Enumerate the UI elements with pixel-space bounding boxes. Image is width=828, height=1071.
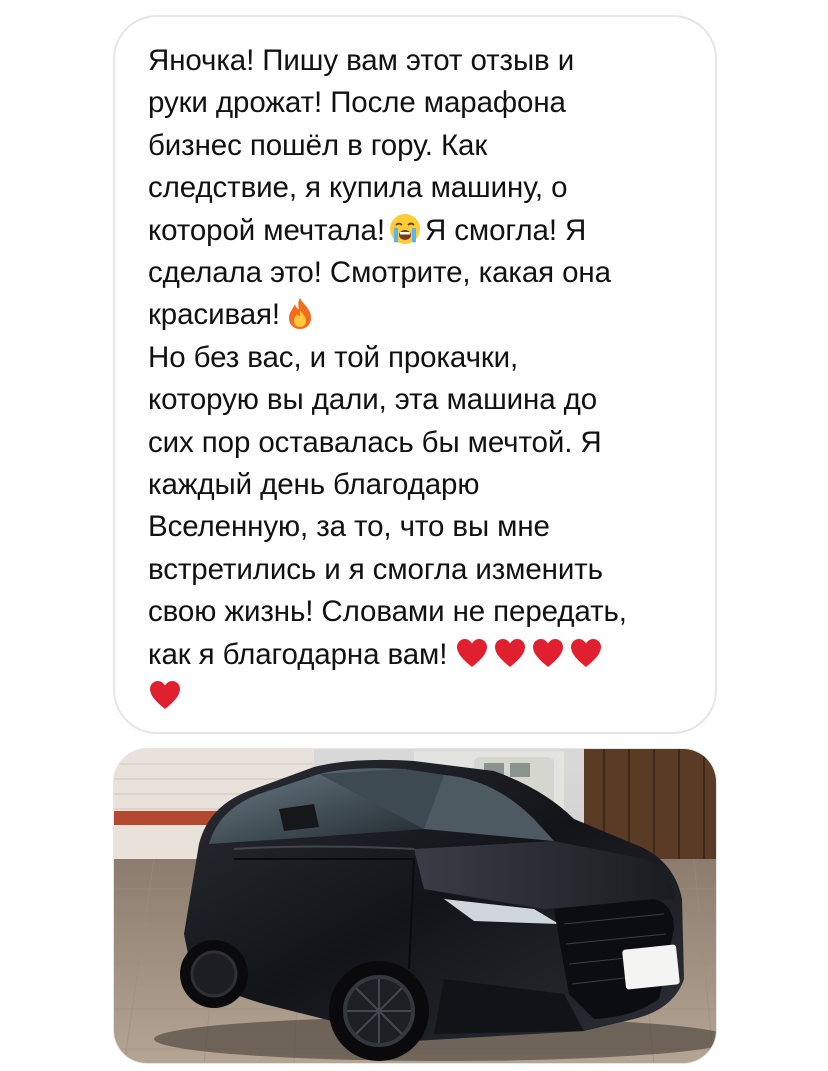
- message-line: сих пор оставалась бы мечтой. Я: [148, 425, 602, 459]
- message-text: которой мечтала!: [148, 213, 385, 247]
- message-line: красивая!: [148, 294, 685, 336]
- message-line: Яночка! Пишу вам этот отзыв и: [148, 44, 575, 77]
- red-heart-icon: [569, 636, 603, 670]
- message-line: каждый день благодарю: [148, 468, 480, 502]
- message-text: Я смогла! Я: [424, 213, 587, 247]
- red-heart-icon: [493, 636, 527, 670]
- red-heart-icon: [148, 678, 182, 712]
- message-text: красивая!: [148, 298, 280, 332]
- message-line: Вселенную, за то, что вы мне: [148, 510, 550, 544]
- message-line: которую вы дали, эта машина до: [148, 383, 598, 417]
- message-line: бизнес пошёл в гору. Как: [148, 128, 488, 162]
- red-heart-icon: [455, 636, 489, 670]
- crying-face-icon: [388, 212, 422, 246]
- message-line: [148, 676, 685, 718]
- red-heart-icon: [531, 636, 565, 670]
- message-line: встретились и я смогла изменить: [148, 552, 603, 586]
- fire-icon: [283, 296, 317, 330]
- message-line: Но без вас, и той прокачки,: [148, 340, 519, 374]
- message-bubble[interactable]: Яночка! Пишу вам этот отзыв и руки дрожа…: [113, 15, 717, 734]
- car-photo[interactable]: [113, 748, 717, 1064]
- car-photo-image: [114, 749, 716, 1063]
- message-line: сделала это! Смотрите, какая она: [148, 256, 611, 290]
- message-line: как я благодарна вам!: [148, 634, 685, 676]
- message-line: руки дрожат! После марафона: [148, 86, 566, 120]
- message-line: свою жизнь! Словами не передать,: [148, 595, 627, 629]
- message-text: как я благодарна вам!: [148, 637, 448, 671]
- message-line: следствие, я купила машину, о: [148, 171, 568, 205]
- chat-thread: Яночка! Пишу вам этот отзыв и руки дрожа…: [0, 0, 828, 1071]
- message-line: которой мечтала! Я смогла! Я: [148, 210, 685, 252]
